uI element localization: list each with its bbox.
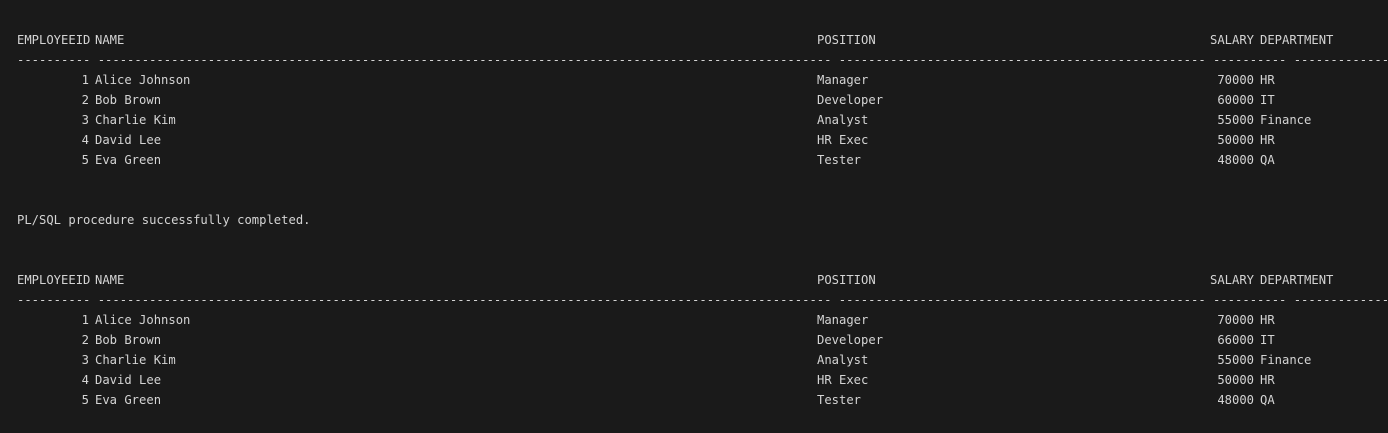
- employeeid-cell: 4: [81, 373, 89, 387]
- column-header-salary: SALARY: [1210, 33, 1255, 47]
- department-cell: Finance: [1260, 353, 1312, 367]
- position-cell: Analyst: [817, 113, 869, 127]
- position-cell: HR Exec: [817, 133, 869, 147]
- table-header-row: EMPLOYEEID NAME POSITION SALARY DEPARTME…: [17, 270, 1333, 290]
- employeeid-cell: 4: [81, 133, 89, 147]
- position-cell: Analyst: [817, 353, 869, 367]
- column-header-name: NAME: [95, 33, 125, 47]
- table-separator-line: ---------- -----------------------------…: [17, 293, 1388, 307]
- column-header-position: POSITION: [817, 273, 876, 287]
- name-cell: Alice Johnson: [95, 313, 191, 327]
- name-cell: Charlie Kim: [95, 353, 176, 367]
- position-cell: Manager: [817, 73, 869, 87]
- position-cell: Tester: [817, 393, 862, 407]
- table-row: 2 Bob Brown Developer 66000 IT: [17, 330, 1275, 350]
- table-row: 4 David Lee HR Exec 50000 HR: [17, 130, 1275, 150]
- employeeid-cell: 3: [81, 353, 89, 367]
- department-cell: HR: [1260, 133, 1275, 147]
- salary-cell: 60000: [1217, 93, 1254, 107]
- salary-cell: 55000: [1217, 113, 1254, 127]
- table-separator-line: ---------- -----------------------------…: [17, 53, 1388, 67]
- department-cell: HR: [1260, 73, 1275, 87]
- name-cell: Alice Johnson: [95, 73, 191, 87]
- department-cell: QA: [1260, 393, 1275, 407]
- department-cell: HR: [1260, 373, 1275, 387]
- table-row: 5 Eva Green Tester 48000 QA: [17, 390, 1275, 410]
- employeeid-cell: 2: [81, 333, 89, 347]
- position-cell: Tester: [817, 153, 862, 167]
- position-cell: HR Exec: [817, 373, 869, 387]
- salary-cell: 70000: [1217, 73, 1254, 87]
- salary-cell: 50000: [1217, 373, 1254, 387]
- procedure-status-message: PL/SQL procedure successfully completed.: [17, 213, 311, 227]
- table-row: 5 Eva Green Tester 48000 QA: [17, 150, 1275, 170]
- table-row: 1 Alice Johnson Manager 70000 HR: [17, 310, 1275, 330]
- name-cell: Charlie Kim: [95, 113, 176, 127]
- department-cell: Finance: [1260, 113, 1312, 127]
- name-cell: Bob Brown: [95, 93, 162, 107]
- department-cell: QA: [1260, 153, 1275, 167]
- name-cell: Eva Green: [95, 393, 162, 407]
- position-cell: Developer: [817, 333, 884, 347]
- employeeid-cell: 5: [81, 393, 89, 407]
- employeeid-cell: 3: [81, 113, 89, 127]
- salary-cell: 48000: [1217, 393, 1254, 407]
- name-cell: Eva Green: [95, 153, 162, 167]
- salary-cell: 48000: [1217, 153, 1254, 167]
- employeeid-cell: 1: [81, 73, 89, 87]
- column-header-position: POSITION: [817, 33, 876, 47]
- table-row: 1 Alice Johnson Manager 70000 HR: [17, 70, 1275, 90]
- table-row: 4 David Lee HR Exec 50000 HR: [17, 370, 1275, 390]
- table-header-row: EMPLOYEEID NAME POSITION SALARY DEPARTME…: [17, 30, 1333, 50]
- table-row: 3 Charlie Kim Analyst 55000 Finance: [17, 110, 1312, 130]
- name-cell: David Lee: [95, 373, 162, 387]
- employeeid-cell: 1: [81, 313, 89, 327]
- name-cell: Bob Brown: [95, 333, 162, 347]
- employeeid-cell: 2: [81, 93, 89, 107]
- salary-cell: 66000: [1217, 333, 1254, 347]
- column-header-employeeid: EMPLOYEEID: [17, 273, 91, 287]
- column-header-salary: SALARY: [1210, 273, 1255, 287]
- sql-output-console: EMPLOYEEID NAME POSITION SALARY DEPARTME…: [0, 0, 1388, 433]
- column-header-department: DEPARTMENT: [1260, 33, 1334, 47]
- salary-cell: 55000: [1217, 353, 1254, 367]
- column-header-name: NAME: [95, 273, 125, 287]
- table-row: 2 Bob Brown Developer 60000 IT: [17, 90, 1275, 110]
- salary-cell: 70000: [1217, 313, 1254, 327]
- salary-cell: 50000: [1217, 133, 1254, 147]
- department-cell: HR: [1260, 313, 1275, 327]
- table-row: 3 Charlie Kim Analyst 55000 Finance: [17, 350, 1312, 370]
- department-cell: IT: [1260, 333, 1275, 347]
- name-cell: David Lee: [95, 133, 162, 147]
- column-header-employeeid: EMPLOYEEID: [17, 33, 91, 47]
- position-cell: Manager: [817, 313, 869, 327]
- department-cell: IT: [1260, 93, 1275, 107]
- position-cell: Developer: [817, 93, 884, 107]
- column-header-department: DEPARTMENT: [1260, 273, 1334, 287]
- employeeid-cell: 5: [81, 153, 89, 167]
